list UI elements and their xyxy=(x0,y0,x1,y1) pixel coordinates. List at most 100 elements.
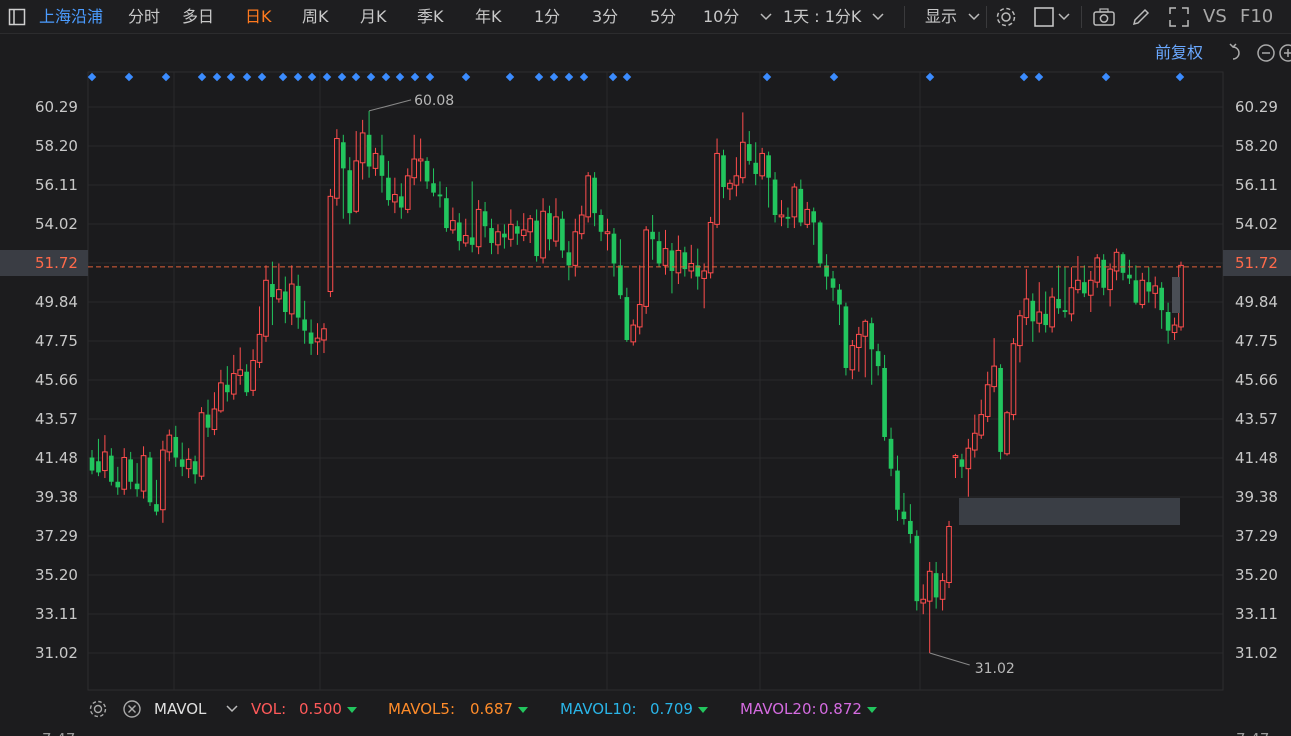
candle-body-down[interactable] xyxy=(224,384,230,393)
candle-body-up[interactable] xyxy=(971,432,978,451)
candle-body-down[interactable] xyxy=(424,160,430,182)
candle-body-up[interactable] xyxy=(778,214,785,218)
candle-body-down[interactable] xyxy=(914,535,920,602)
candle-body-up[interactable] xyxy=(140,455,147,492)
candle-body-down[interactable] xyxy=(534,220,539,257)
candle-body-down[interactable] xyxy=(295,285,301,318)
candle-body-down[interactable] xyxy=(753,162,759,174)
candle-body-down[interactable] xyxy=(308,332,314,344)
candle-body-down[interactable] xyxy=(785,216,791,219)
candle-body-up[interactable] xyxy=(578,214,585,235)
range-chevron-icon[interactable] xyxy=(870,0,886,33)
candle-body-up[interactable] xyxy=(121,457,128,490)
candle-body-down[interactable] xyxy=(933,573,939,598)
candle-body-up[interactable] xyxy=(462,235,469,244)
candle-body-down[interactable] xyxy=(772,179,778,216)
stock-name[interactable]: 上海沿浦 xyxy=(39,0,103,33)
candle-body-down[interactable] xyxy=(302,319,307,331)
candle-body-up[interactable] xyxy=(759,152,765,177)
candle-body-down[interactable] xyxy=(1082,282,1087,294)
candle-body-up[interactable] xyxy=(450,220,456,231)
candle-body-up[interactable] xyxy=(1049,296,1055,328)
candle-body-up[interactable] xyxy=(166,434,173,453)
candle-body-up[interactable] xyxy=(733,175,740,186)
candle-body-up[interactable] xyxy=(1107,268,1113,291)
candle-body-up[interactable] xyxy=(475,208,482,248)
candle-body-down[interactable] xyxy=(592,177,597,214)
candle-body-up[interactable] xyxy=(920,598,927,604)
candle-body-down[interactable] xyxy=(154,504,159,512)
candle-body-down[interactable] xyxy=(173,436,179,458)
candle-body-down[interactable] xyxy=(489,228,494,243)
candle-body-down[interactable] xyxy=(560,218,565,251)
candle-body-up[interactable] xyxy=(604,231,611,235)
candle-body-up[interactable] xyxy=(508,223,514,240)
candle-body-up[interactable] xyxy=(714,152,720,225)
candle-body-down[interactable] xyxy=(721,155,726,188)
candle-body-down[interactable] xyxy=(959,459,965,467)
candle-body-down[interactable] xyxy=(598,215,604,232)
kline-chart[interactable]: 60.08 31.02 60.29 58.20 56.11 54.02 51.72 49.8… xyxy=(0,0,1291,736)
candle-body-down[interactable] xyxy=(89,457,95,471)
candle-body-up[interactable] xyxy=(327,195,334,292)
period-tab[interactable]: 日K xyxy=(245,0,272,33)
candle-body-up[interactable] xyxy=(411,158,418,179)
f10-button[interactable]: F10 xyxy=(1240,0,1273,33)
candle-body-down[interactable] xyxy=(366,134,372,167)
candle-body-up[interactable] xyxy=(520,229,527,237)
candle-body-up[interactable] xyxy=(740,141,746,179)
candle-body-up[interactable] xyxy=(946,526,952,583)
zoom-out-icon[interactable] xyxy=(1256,34,1276,72)
candle-body-up[interactable] xyxy=(727,182,733,190)
candle-body-up[interactable] xyxy=(978,414,985,436)
candle-body-up[interactable] xyxy=(288,283,295,315)
candle-body-up[interactable] xyxy=(495,231,501,246)
period-tab[interactable]: 5分 xyxy=(650,0,676,33)
undo-icon[interactable] xyxy=(1227,34,1247,72)
zoom-in-icon[interactable] xyxy=(1278,34,1291,72)
candle-body-down[interactable] xyxy=(347,170,353,214)
candle-body-up[interactable] xyxy=(1017,315,1023,347)
candle-body-down[interactable] xyxy=(869,323,875,350)
candle-body-up[interactable] xyxy=(102,451,108,472)
candle-body-up[interactable] xyxy=(250,360,256,391)
color-chevron-icon[interactable] xyxy=(1057,0,1071,33)
candle-body-up[interactable] xyxy=(939,580,946,600)
candle-body-down[interactable] xyxy=(147,457,153,503)
candle-body-down[interactable] xyxy=(811,211,817,223)
candle-body-up[interactable] xyxy=(334,138,340,199)
candle-body-down[interactable] xyxy=(282,291,288,313)
camera-icon[interactable] xyxy=(1090,0,1118,33)
candle-body-up[interactable] xyxy=(791,186,798,218)
candle-body-down[interactable] xyxy=(128,459,133,482)
candle-body-down[interactable] xyxy=(618,265,623,296)
candle-body-up[interactable] xyxy=(1171,324,1178,334)
candle-body-up[interactable] xyxy=(1152,285,1159,294)
candle-body-down[interactable] xyxy=(875,351,881,367)
candle-body-down[interactable] xyxy=(340,142,346,169)
candle-body-down[interactable] xyxy=(502,233,507,238)
candle-body-down[interactable] xyxy=(817,222,823,264)
candle-body-down[interactable] xyxy=(837,289,842,305)
candle-body-up[interactable] xyxy=(553,216,559,242)
pencil-draw-icon[interactable] xyxy=(1128,0,1154,33)
candle-body-up[interactable] xyxy=(372,152,379,169)
candle-body-up[interactable] xyxy=(185,458,192,470)
candle-body-down[interactable] xyxy=(1101,259,1106,288)
candle-body-down[interactable] xyxy=(270,284,275,298)
candle-body-down[interactable] xyxy=(514,226,520,234)
period-tab[interactable]: 年K xyxy=(475,0,502,33)
candle-body-down[interactable] xyxy=(611,233,617,264)
candle-body-down[interactable] xyxy=(1127,274,1132,279)
candle-body-down[interactable] xyxy=(444,198,449,229)
candle-body-down[interactable] xyxy=(901,511,907,520)
candle-body-down[interactable] xyxy=(566,252,572,266)
indicator-chevron-icon[interactable] xyxy=(226,693,240,725)
period-more-chevron-icon[interactable] xyxy=(758,0,774,33)
candle-body-up[interactable] xyxy=(1094,257,1101,283)
candle-body-up[interactable] xyxy=(862,320,869,337)
candle-body-up[interactable] xyxy=(1004,412,1010,455)
candle-body-down[interactable] xyxy=(830,278,836,288)
candle-body-up[interactable] xyxy=(701,270,707,279)
settings-gear-icon[interactable] xyxy=(993,0,1019,33)
